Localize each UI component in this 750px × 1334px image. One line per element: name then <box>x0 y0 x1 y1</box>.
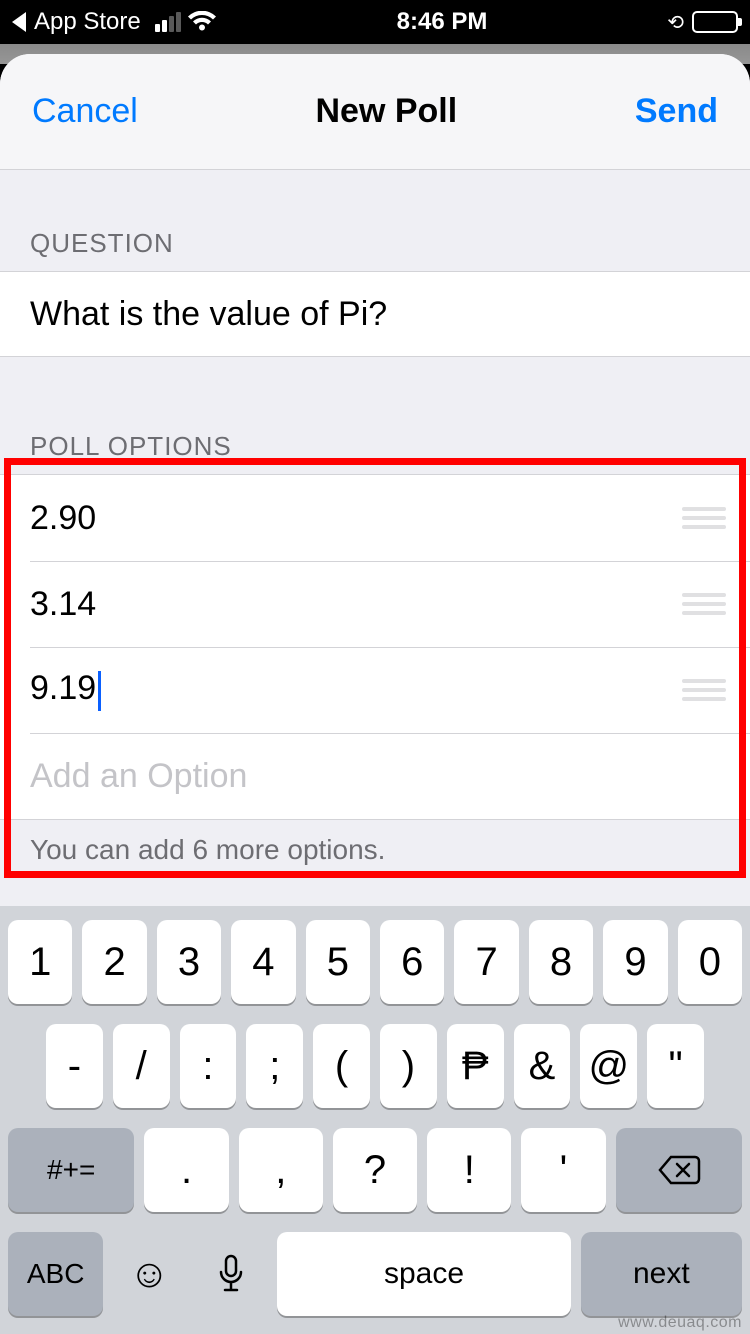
key-9[interactable]: 9 <box>603 920 667 1004</box>
key-4[interactable]: 4 <box>231 920 295 1004</box>
cancel-button[interactable]: Cancel <box>32 92 138 131</box>
key-2[interactable]: 2 <box>82 920 146 1004</box>
key-3[interactable]: 3 <box>157 920 221 1004</box>
emoji-icon: ☺ <box>129 1252 170 1297</box>
key-apostrophe[interactable]: ' <box>521 1128 605 1212</box>
back-to-app-label[interactable]: App Store <box>34 8 141 36</box>
key-dash[interactable]: - <box>46 1024 103 1108</box>
key-8[interactable]: 8 <box>529 920 593 1004</box>
key-rparen[interactable]: ) <box>380 1024 437 1108</box>
key-dictation[interactable] <box>195 1232 267 1316</box>
status-right: ⟲ <box>667 10 738 35</box>
orientation-lock-icon: ⟲ <box>667 10 684 35</box>
key-emoji[interactable]: ☺ <box>113 1232 185 1316</box>
status-bar: App Store 8:46 PM ⟲ <box>0 0 750 44</box>
key-0[interactable]: 0 <box>678 920 742 1004</box>
poll-options-list: 2.90 3.14 9.19 Add an Option <box>0 474 750 820</box>
key-peso[interactable]: ₱ <box>447 1024 504 1108</box>
status-left: App Store <box>12 8 217 36</box>
poll-option-text: 9.19 <box>30 669 682 710</box>
key-question[interactable]: ? <box>333 1128 417 1212</box>
backspace-icon <box>657 1154 701 1186</box>
question-text: What is the value of Pi? <box>30 295 387 334</box>
reorder-handle-icon[interactable] <box>682 679 726 701</box>
poll-option-row[interactable]: 2.90 <box>0 475 750 561</box>
text-cursor <box>98 671 101 711</box>
keyboard-row-4: ABC ☺ space next <box>8 1232 742 1316</box>
key-exclaim[interactable]: ! <box>427 1128 511 1212</box>
battery-icon <box>692 11 738 33</box>
keyboard-row-1: 1 2 3 4 5 6 7 8 9 0 <box>8 920 742 1004</box>
cellular-signal-icon <box>155 12 181 32</box>
keyboard-row-2: - / : ; ( ) ₱ & @ " <box>8 1024 742 1108</box>
key-next[interactable]: next <box>581 1232 742 1316</box>
key-space[interactable]: space <box>277 1232 570 1316</box>
nav-bar: Cancel New Poll Send <box>0 54 750 170</box>
watermark: www.deuaq.com <box>618 1314 742 1332</box>
poll-option-row[interactable]: 3.14 <box>0 561 750 647</box>
options-section-header: POLL OPTIONS <box>0 357 750 474</box>
key-5[interactable]: 5 <box>306 920 370 1004</box>
poll-option-row[interactable]: 9.19 <box>0 647 750 733</box>
key-slash[interactable]: / <box>113 1024 170 1108</box>
key-7[interactable]: 7 <box>454 920 518 1004</box>
send-button[interactable]: Send <box>635 92 718 131</box>
back-to-app-icon[interactable] <box>12 12 26 32</box>
status-time: 8:46 PM <box>397 8 488 36</box>
key-colon[interactable]: : <box>180 1024 237 1108</box>
new-poll-sheet: Cancel New Poll Send QUESTION What is th… <box>0 54 750 1334</box>
key-comma[interactable]: , <box>239 1128 323 1212</box>
options-footer-note: You can add 6 more options. <box>0 820 750 866</box>
question-input[interactable]: What is the value of Pi? <box>0 271 750 357</box>
add-option-placeholder: Add an Option <box>30 757 726 796</box>
keyboard-row-3: #+= . , ? ! ' <box>8 1128 742 1212</box>
reorder-handle-icon[interactable] <box>682 507 726 529</box>
key-period[interactable]: . <box>144 1128 228 1212</box>
poll-option-text: 2.90 <box>30 499 682 538</box>
key-backspace[interactable] <box>616 1128 742 1212</box>
key-lparen[interactable]: ( <box>313 1024 370 1108</box>
add-option-row[interactable]: Add an Option <box>0 733 750 819</box>
reorder-handle-icon[interactable] <box>682 593 726 615</box>
microphone-icon <box>218 1254 244 1294</box>
question-section-header: QUESTION <box>0 170 750 271</box>
key-abc[interactable]: ABC <box>8 1232 103 1316</box>
keyboard: 1 2 3 4 5 6 7 8 9 0 - / : ; ( ) ₱ & @ " … <box>0 906 750 1334</box>
key-semicolon[interactable]: ; <box>246 1024 303 1108</box>
key-amp[interactable]: & <box>514 1024 571 1108</box>
key-quote[interactable]: " <box>647 1024 704 1108</box>
wifi-icon <box>187 11 217 33</box>
key-6[interactable]: 6 <box>380 920 444 1004</box>
page-title: New Poll <box>316 92 458 131</box>
key-at[interactable]: @ <box>580 1024 637 1108</box>
poll-option-text: 3.14 <box>30 585 682 624</box>
key-symbols[interactable]: #+= <box>8 1128 134 1212</box>
key-1[interactable]: 1 <box>8 920 72 1004</box>
